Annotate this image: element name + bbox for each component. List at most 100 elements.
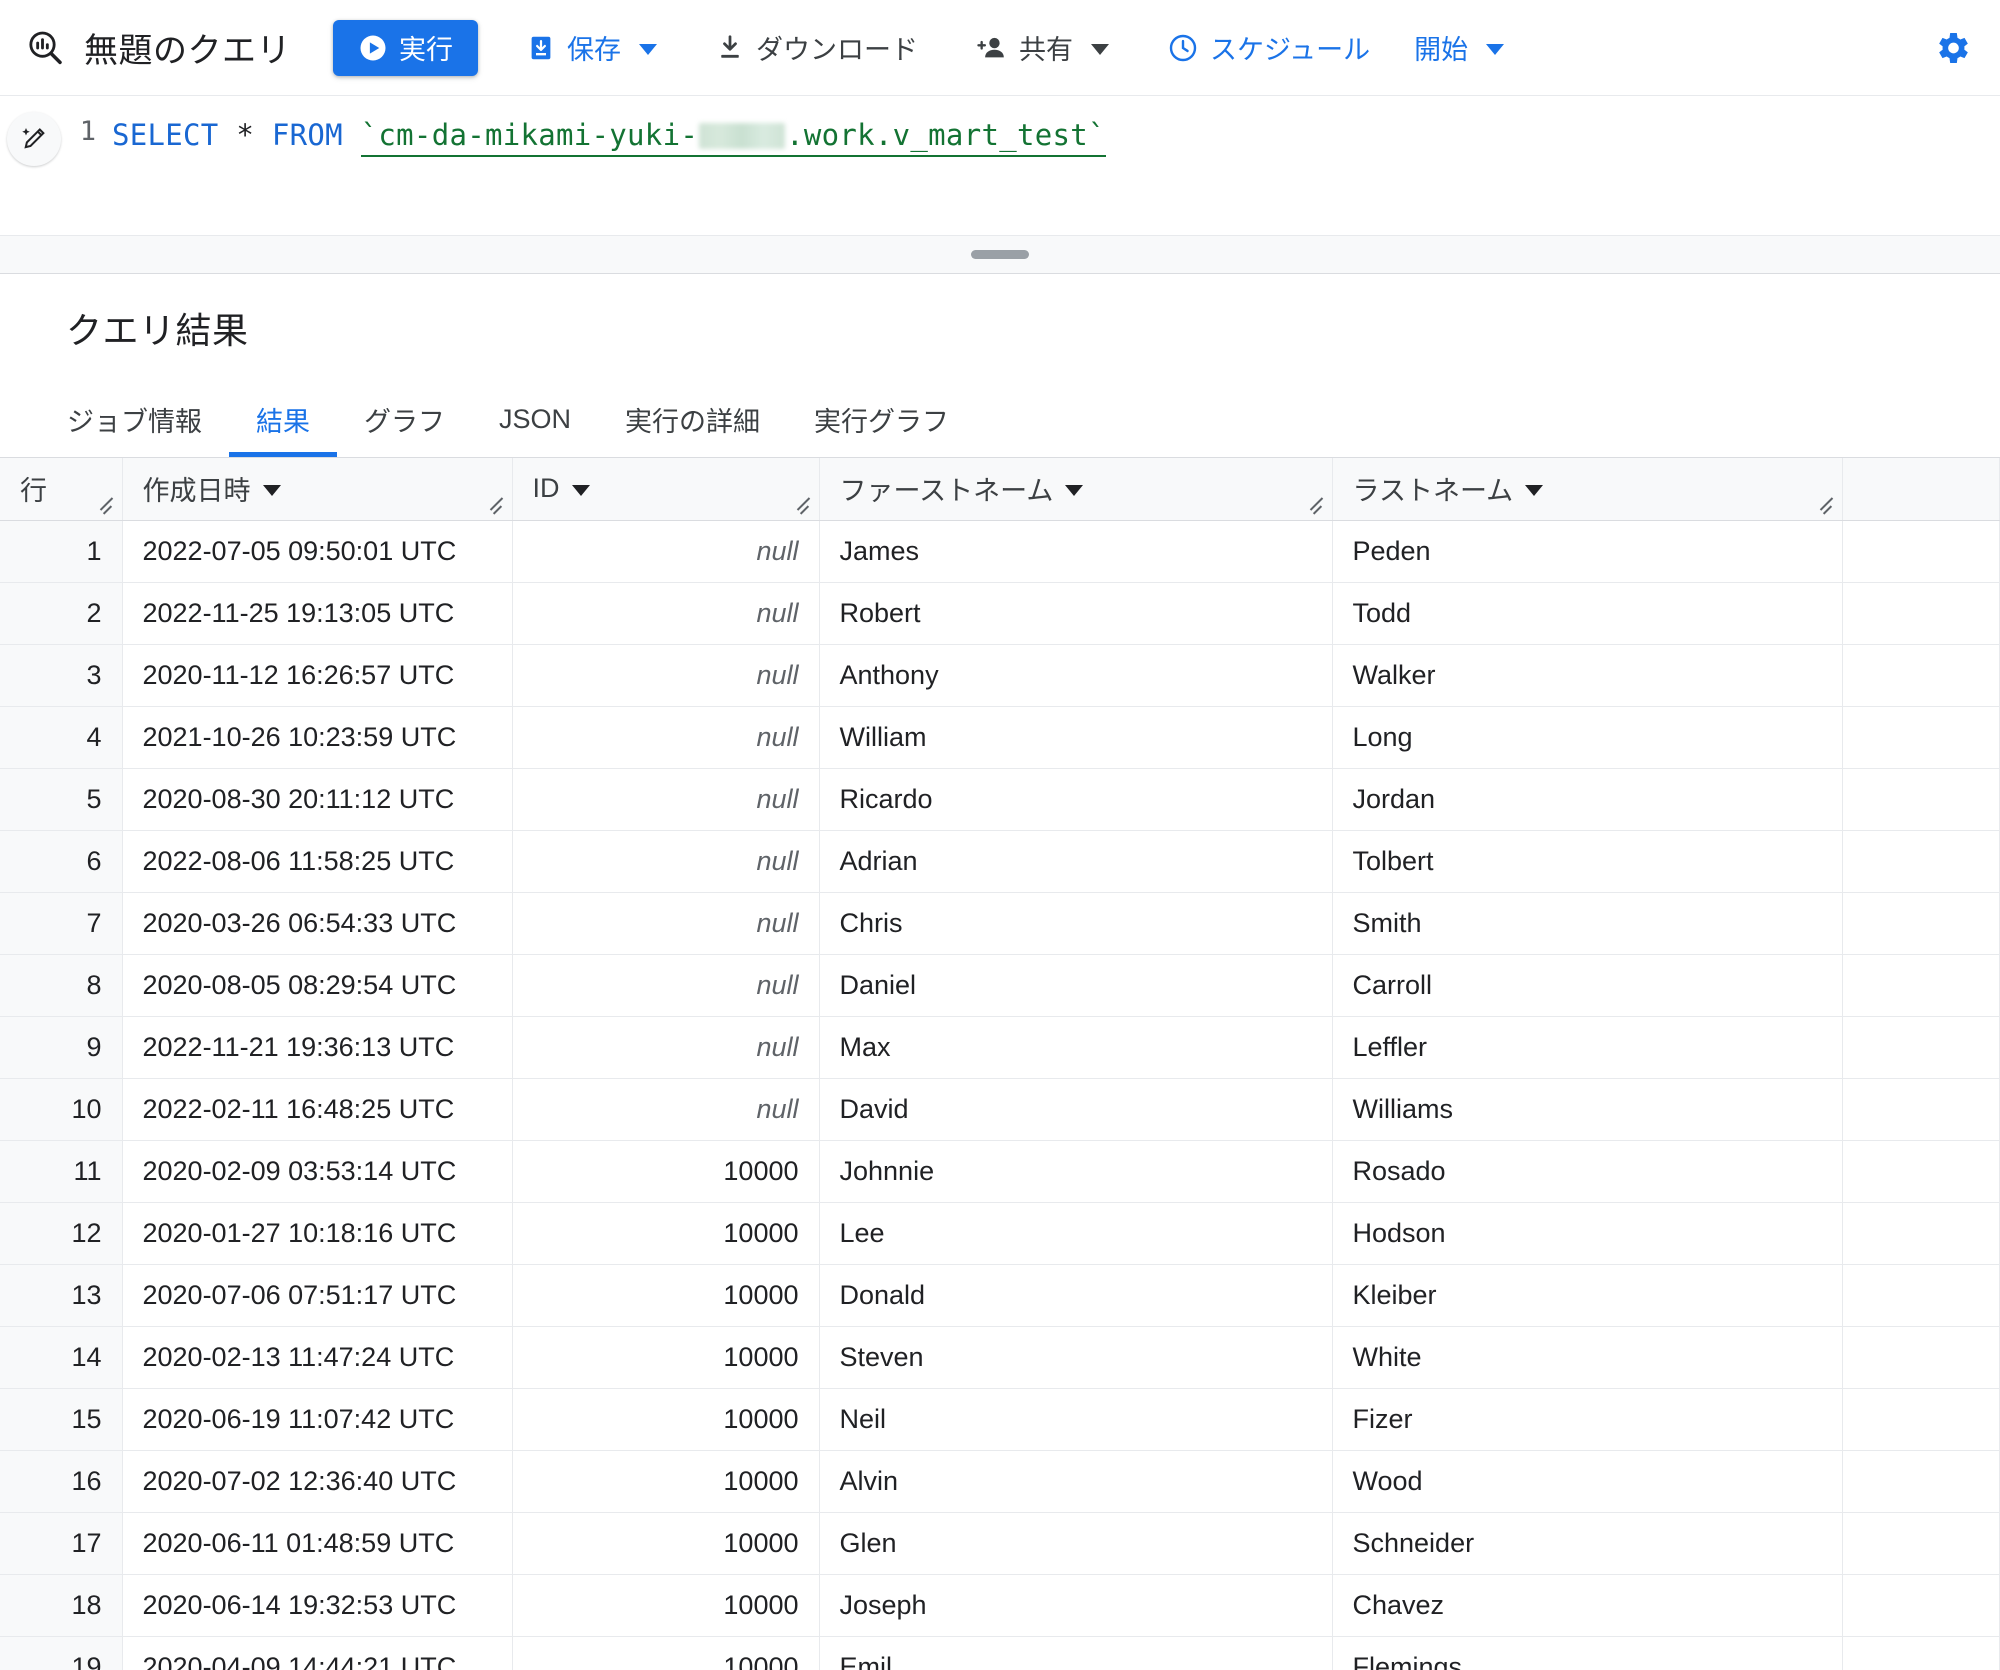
cell-spacer [1842,1016,2000,1079]
download-button[interactable]: ダウンロード [693,20,940,76]
cell-ts: 2022-11-25 19:13:05 UTC [122,582,513,645]
cell-ts: 2020-07-02 12:36:40 UTC [122,1450,513,1513]
cell-row: 9 [0,1016,123,1079]
schedule-button[interactable]: スケジュール [1145,20,1392,76]
save-button[interactable]: 保存 [504,20,679,76]
sql-editor[interactable]: 1 SELECT * FROM `cm-da-mikami-yuki- .work… [0,96,2000,236]
cell-spacer [1842,768,2000,831]
cell-id: null [512,954,820,1017]
run-label: 実行 [399,35,453,65]
sql-code-line[interactable]: SELECT * FROM `cm-da-mikami-yuki- .work.v… [112,116,1106,157]
tab-json[interactable]: JSON [472,381,598,457]
start-button[interactable]: 開始 [1392,20,1526,76]
cell-last: Chavez [1332,1574,1843,1637]
column-resize-handle[interactable] [794,496,814,516]
cell-id: 10000 [512,1574,820,1637]
cell-last: Smith [1332,892,1843,955]
cell-row: 13 [0,1264,123,1327]
column-resize-handle[interactable] [97,496,117,516]
cell-first: Joseph [819,1574,1333,1637]
cell-ts: 2022-02-11 16:48:25 UTC [122,1078,513,1141]
column-resize-handle[interactable] [1307,496,1327,516]
table-row[interactable]: 7 2020-03-26 06:54:33 UTC null Chris Smith [0,892,2000,955]
chevron-down-icon[interactable] [1065,484,1084,496]
cell-ts: 2020-01-27 10:18:16 UTC [122,1202,513,1265]
cell-ts: 2020-04-09 14:44:21 UTC [122,1636,513,1670]
chevron-down-icon[interactable] [1091,43,1109,55]
cell-last: Leffler [1332,1016,1843,1079]
magic-wand-icon[interactable] [7,112,61,166]
cell-id: null [512,1078,820,1141]
column-header-created-at[interactable]: 作成日時 [122,458,513,521]
panel-splitter[interactable] [0,236,2000,274]
column-header-row[interactable]: 行 [0,458,123,521]
resize-handle[interactable] [971,250,1029,259]
table-row[interactable]: 4 2021-10-26 10:23:59 UTC null William Long [0,706,2000,769]
cell-first: David [819,1078,1333,1141]
column-resize-handle[interactable] [487,496,507,516]
table-row[interactable]: 9 2022-11-21 19:36:13 UTC null Max Leffler [0,1016,2000,1079]
sql-table-reference: `cm-da-mikami-yuki- .work.v_mart_test` [360,118,1106,157]
tab-chart[interactable]: グラフ [337,381,472,457]
table-row[interactable]: 1 2022-07-05 09:50:01 UTC null James Peden [0,520,2000,583]
chevron-down-icon[interactable] [639,43,657,55]
cell-ts: 2020-03-26 06:54:33 UTC [122,892,513,955]
table-row[interactable]: 6 2022-08-06 11:58:25 UTC null Adrian Tolber… [0,830,2000,893]
cell-ts: 2020-07-06 07:51:17 UTC [122,1264,513,1327]
cell-id: null [512,1016,820,1079]
table-row[interactable]: 12 2020-01-27 10:18:16 UTC 10000 Lee Hodson [0,1202,2000,1265]
cell-spacer [1842,1512,2000,1575]
chevron-down-icon[interactable] [571,484,590,496]
tab-execution-graph[interactable]: 実行グラフ [787,381,976,457]
cell-row: 11 [0,1140,123,1203]
cell-first: Lee [819,1202,1333,1265]
table-row[interactable]: 14 2020-02-13 11:47:24 UTC 10000 Steven Whit… [0,1326,2000,1389]
tab-results[interactable]: 結果 [229,381,337,457]
cell-last: Fizer [1332,1388,1843,1451]
table-row[interactable]: 5 2020-08-30 20:11:12 UTC null Ricardo Jorda… [0,768,2000,831]
column-header-id[interactable]: ID [512,458,820,521]
cell-last: Carroll [1332,954,1843,1017]
cell-first: Donald [819,1264,1333,1327]
table-body: 1 2022-07-05 09:50:01 UTC null James Peden 2 2… [0,520,2000,1670]
column-header-label: 行 [20,476,47,507]
cell-row: 7 [0,892,123,955]
share-button[interactable]: 共有 [954,20,1131,76]
run-button[interactable]: 実行 [333,19,478,76]
table-row[interactable]: 16 2020-07-02 12:36:40 UTC 10000 Alvin Wood [0,1450,2000,1513]
download-label: ダウンロード [756,35,918,65]
column-header-last-name[interactable]: ラストネーム [1332,458,1843,521]
cell-ts: 2020-06-11 01:48:59 UTC [122,1512,513,1575]
cell-last: Todd [1332,582,1843,645]
query-title[interactable]: 無題のクエリ [84,23,291,72]
column-header-label: ID [532,473,560,504]
table-row[interactable]: 15 2020-06-19 11:07:42 UTC 10000 Neil Fizer [0,1388,2000,1451]
table-row[interactable]: 11 2020-02-09 03:53:14 UTC 10000 Johnnie Ros… [0,1140,2000,1203]
tab-execution-details[interactable]: 実行の詳細 [598,381,787,457]
clock-icon [1169,34,1197,61]
table-row[interactable]: 13 2020-07-06 07:51:17 UTC 10000 Donald Klei… [0,1264,2000,1327]
share-label: 共有 [1019,35,1073,65]
table-row[interactable]: 10 2022-02-11 16:48:25 UTC null David Willia… [0,1078,2000,1141]
cell-row: 19 [0,1636,123,1670]
page-title: クエリ結果 [66,310,249,351]
table-row[interactable]: 8 2020-08-05 08:29:54 UTC null Daniel Carrol… [0,954,2000,1017]
table-row[interactable]: 19 2020-04-09 14:44:21 UTC 10000 Emil Flemin… [0,1636,2000,1670]
table-row[interactable]: 18 2020-06-14 19:32:53 UTC 10000 Joseph Chav… [0,1574,2000,1637]
cell-ts: 2020-08-05 08:29:54 UTC [122,954,513,1017]
table-row[interactable]: 17 2020-06-11 01:48:59 UTC 10000 Glen Schnei… [0,1512,2000,1575]
gear-icon[interactable] [1924,20,1980,76]
table-row[interactable]: 3 2020-11-12 16:26:57 UTC null Anthony Walke… [0,644,2000,707]
tab-job-info[interactable]: ジョブ情報 [40,381,229,457]
cell-first: Daniel [819,954,1333,1017]
cell-first: James [819,520,1333,583]
cell-id: null [512,706,820,769]
chevron-down-icon[interactable] [1525,484,1544,496]
column-header-first-name[interactable]: ファーストネーム [819,458,1333,521]
cell-spacer [1842,1202,2000,1265]
table-row[interactable]: 2 2022-11-25 19:13:05 UTC null Robert Todd [0,582,2000,645]
chevron-down-icon[interactable] [262,484,281,496]
cell-id: 10000 [512,1326,820,1389]
column-resize-handle[interactable] [1817,496,1837,516]
chevron-down-icon[interactable] [1486,43,1505,55]
